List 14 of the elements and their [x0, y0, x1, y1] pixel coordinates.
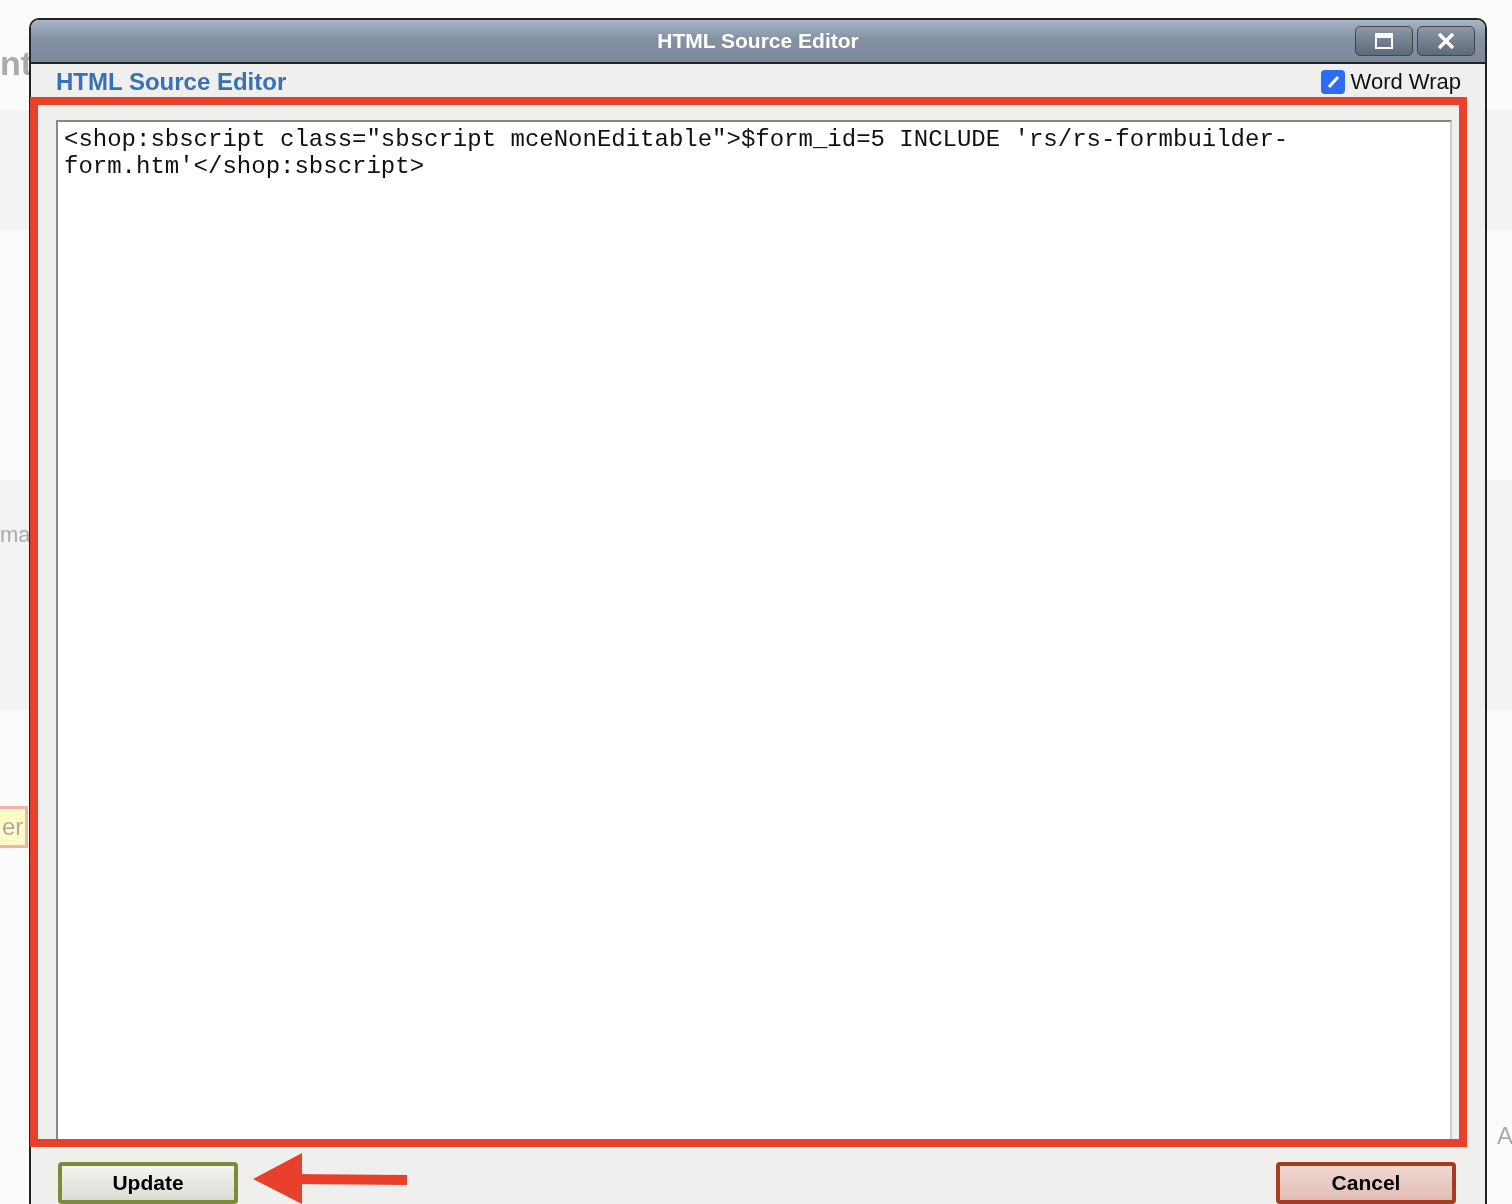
- close-icon: [1437, 32, 1455, 50]
- cancel-button[interactable]: Cancel: [1276, 1162, 1456, 1204]
- close-button[interactable]: [1417, 26, 1475, 56]
- maximize-icon: [1375, 33, 1393, 49]
- background-text: er: [0, 806, 29, 848]
- background-text: nt: [0, 43, 33, 84]
- word-wrap-label: Word Wrap: [1350, 71, 1461, 93]
- background-text: ma: [0, 521, 31, 549]
- maximize-button[interactable]: [1355, 26, 1413, 56]
- source-code-field[interactable]: <shop:sbscript class="sbscript mceNonEditable">$form_id=5 INCLUDE 'rs/rs-formbuilder-form.htm'</shop:sbscript>: [56, 120, 1452, 1142]
- dialog-heading: HTML Source Editor: [56, 70, 287, 94]
- update-button[interactable]: Update: [58, 1162, 238, 1204]
- word-wrap-checkbox[interactable]: [1320, 70, 1345, 94]
- window-title: HTML Source Editor: [657, 28, 859, 55]
